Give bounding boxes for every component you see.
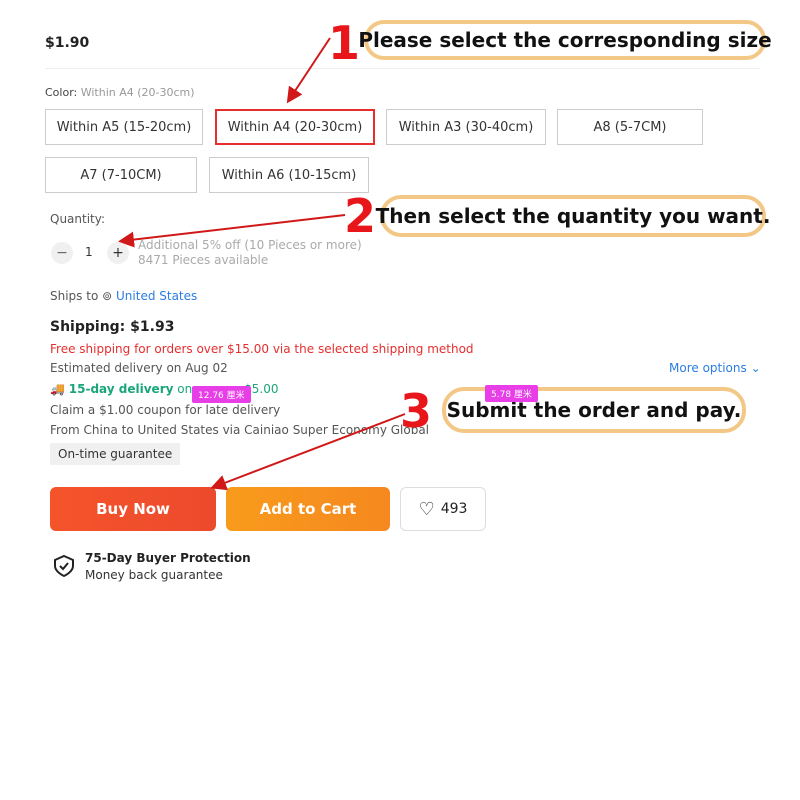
callout-step-1: Please select the corresponding size (358, 20, 772, 60)
measure-tag: 5.78 厘米 (485, 385, 538, 402)
arrow-1 (286, 37, 331, 104)
step-number: 3 (400, 384, 433, 438)
arrow-3 (210, 413, 406, 491)
step-number: 1 (328, 16, 361, 70)
callout-step-2: Then select the quantity you want. (376, 195, 770, 237)
arrow-2 (118, 214, 346, 248)
step-number: 2 (344, 189, 377, 243)
measure-tag: 12.76 厘米 (192, 386, 251, 403)
